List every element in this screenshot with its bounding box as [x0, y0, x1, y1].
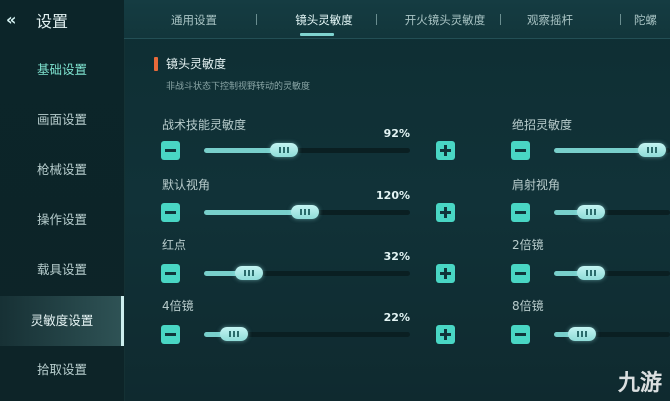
slider-label: 肩射视角: [512, 178, 561, 192]
slider-track[interactable]: [554, 266, 670, 280]
sidebar-item-weapon[interactable]: 枪械设置: [0, 150, 124, 190]
slider-handle[interactable]: [291, 205, 319, 219]
tab-divider: [376, 14, 377, 25]
sidebar-item-control[interactable]: 操作设置: [0, 200, 124, 240]
tab-fire-camera-sensitivity[interactable]: 开火镜头灵敏度: [380, 0, 510, 38]
slider-label: 绝招灵敏度: [512, 118, 573, 132]
slider-value: 22%: [383, 311, 410, 324]
slider-value: 92%: [383, 127, 410, 140]
slider-handle[interactable]: [638, 143, 666, 157]
tab-free-look[interactable]: 观察摇杆: [510, 0, 590, 38]
tab-divider: [256, 14, 257, 25]
slider-handle[interactable]: [577, 205, 605, 219]
slider-value: 120%: [376, 189, 410, 202]
increase-button[interactable]: [436, 264, 455, 283]
slider-handle[interactable]: [270, 143, 298, 157]
tab-gyro[interactable]: 陀螺: [634, 0, 670, 38]
slider-track[interactable]: [204, 205, 410, 219]
slider-label: 默认视角: [162, 178, 211, 192]
tab-divider: [500, 14, 501, 25]
slider-track[interactable]: [204, 143, 410, 157]
slider-handle[interactable]: [577, 266, 605, 280]
decrease-button[interactable]: [161, 264, 180, 283]
sidebar-item-vehicle[interactable]: 载具设置: [0, 250, 124, 290]
slider-track[interactable]: [204, 327, 410, 341]
increase-button[interactable]: [436, 141, 455, 160]
sidebar: « 设置 基础设置 画面设置 枪械设置 操作设置 载具设置 灵敏度设置 拾取设置: [0, 0, 125, 401]
sidebar-item-display[interactable]: 画面设置: [0, 100, 124, 140]
slider-label: 8倍镜: [512, 299, 544, 313]
decrease-button[interactable]: [511, 264, 530, 283]
tab-divider: [620, 14, 621, 25]
slider-track[interactable]: [554, 205, 670, 219]
decrease-button[interactable]: [511, 203, 530, 222]
watermark-logo: 九游: [617, 371, 662, 396]
sidebar-item-pickup[interactable]: 拾取设置: [0, 350, 124, 390]
slider-label: 4倍镜: [162, 299, 194, 313]
slider-handle[interactable]: [220, 327, 248, 341]
sidebar-item-sensitivity[interactable]: 灵敏度设置: [0, 296, 124, 346]
slider-track[interactable]: [554, 143, 670, 157]
decrease-button[interactable]: [161, 325, 180, 344]
tab-bar: 通用设置 镜头灵敏度 开火镜头灵敏度 观察摇杆 陀螺: [124, 0, 670, 39]
increase-button[interactable]: [436, 203, 455, 222]
tab-active-indicator: [300, 33, 334, 36]
slider-track[interactable]: [554, 327, 670, 341]
slider-handle[interactable]: [235, 266, 263, 280]
decrease-button[interactable]: [161, 203, 180, 222]
slider-value: 32%: [383, 250, 410, 263]
decrease-button[interactable]: [511, 325, 530, 344]
section-marker: [154, 57, 158, 71]
section-title: 镜头灵敏度: [166, 57, 227, 71]
sidebar-item-basic[interactable]: 基础设置: [0, 50, 124, 90]
section-subtitle: 非战斗状态下控制视野转动的灵敏度: [166, 82, 311, 92]
slider-track[interactable]: [204, 266, 410, 280]
increase-button[interactable]: [436, 325, 455, 344]
decrease-button[interactable]: [161, 141, 180, 160]
tab-general[interactable]: 通用设置: [154, 0, 234, 38]
slider-fill: [204, 210, 305, 215]
slider-handle[interactable]: [568, 327, 596, 341]
slider-label: 2倍镜: [512, 238, 544, 252]
sidebar-title: 设置: [36, 12, 69, 31]
slider-label: 红点: [162, 238, 187, 252]
decrease-button[interactable]: [511, 141, 530, 160]
back-icon[interactable]: «: [6, 10, 17, 29]
slider-label: 战术技能灵敏度: [162, 118, 247, 132]
